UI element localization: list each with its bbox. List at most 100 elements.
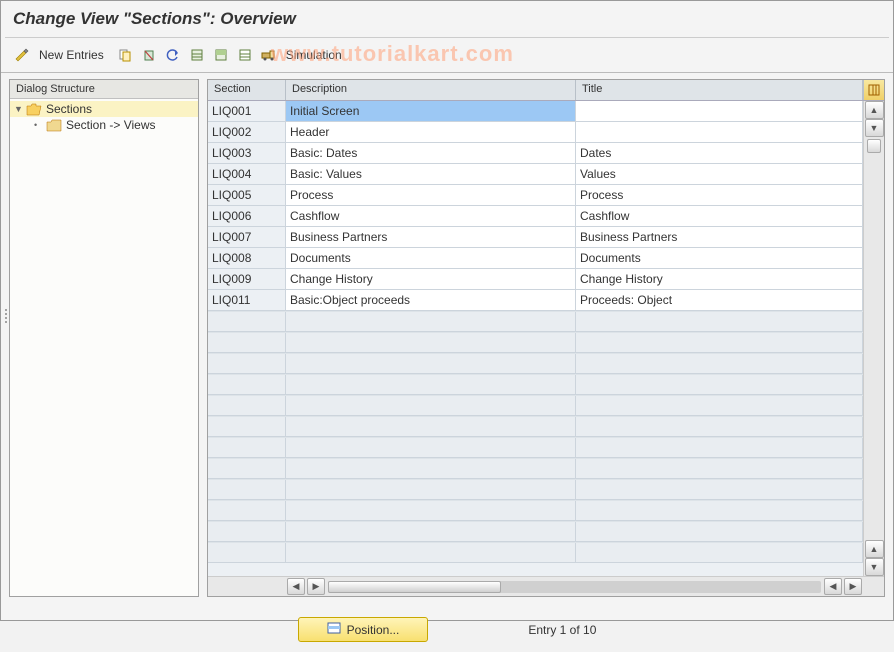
scroll-right-icon[interactable]: ▶ [844, 578, 862, 595]
cell-title [576, 354, 863, 374]
tree-node-section-views[interactable]: • Section -> Views [10, 117, 198, 133]
tree-label: Section -> Views [64, 118, 156, 132]
cell-title [576, 333, 863, 353]
deselect-all-icon[interactable] [234, 44, 256, 66]
dialog-structure-tree: Dialog Structure ▼ Sections • Section ->… [9, 79, 199, 597]
cell-description[interactable]: Initial Screen [286, 101, 576, 122]
cell-description[interactable]: Header [286, 122, 576, 143]
table-row[interactable]: LIQ007Business PartnersBusiness Partners [208, 227, 884, 248]
hscroll-thumb[interactable] [328, 581, 501, 593]
cell-description [286, 396, 576, 416]
cell-description[interactable]: Change History [286, 269, 576, 290]
cell-description[interactable]: Process [286, 185, 576, 206]
cell-section [208, 333, 286, 353]
scroll-left-icon[interactable]: ◀ [287, 578, 305, 595]
cell-title [576, 480, 863, 500]
table-row [208, 542, 884, 563]
cell-title[interactable]: Documents [576, 248, 863, 269]
cell-section [208, 375, 286, 395]
cell-description [286, 459, 576, 479]
cell-section [208, 417, 286, 437]
cell-title [576, 501, 863, 521]
table-row[interactable]: LIQ003Basic: DatesDates [208, 143, 884, 164]
toolbar: New Entries Simulation [1, 38, 893, 73]
cell-title[interactable] [576, 101, 863, 122]
scroll-down-icon[interactable]: ▼ [865, 558, 884, 576]
table-row [208, 458, 884, 479]
cell-description[interactable]: Basic:Object proceeds [286, 290, 576, 311]
delete-icon[interactable] [138, 44, 160, 66]
cell-title[interactable]: Change History [576, 269, 863, 290]
table-row [208, 374, 884, 395]
simulation-button[interactable]: Simulation [282, 46, 350, 64]
horizontal-scrollbar[interactable]: ◀ ▶ ◀ ▶ [208, 576, 884, 596]
scroll-right-icon[interactable]: ▶ [307, 578, 325, 595]
cell-section[interactable]: LIQ006 [208, 206, 286, 227]
table-row[interactable]: LIQ001Initial Screen [208, 101, 884, 122]
table-row[interactable]: LIQ004Basic: ValuesValues [208, 164, 884, 185]
table-row[interactable]: LIQ011Basic:Object proceedsProceeds: Obj… [208, 290, 884, 311]
cell-description [286, 417, 576, 437]
cell-section[interactable]: LIQ004 [208, 164, 286, 185]
cell-section[interactable]: LIQ003 [208, 143, 286, 164]
cell-section[interactable]: LIQ007 [208, 227, 286, 248]
col-header-description[interactable]: Description [286, 80, 576, 100]
cell-title [576, 417, 863, 437]
col-header-section[interactable]: Section [208, 80, 286, 100]
cell-description[interactable]: Cashflow [286, 206, 576, 227]
cell-section[interactable]: LIQ001 [208, 101, 286, 122]
table-row[interactable]: LIQ008DocumentsDocuments [208, 248, 884, 269]
scroll-nub[interactable] [867, 139, 881, 153]
cell-section[interactable]: LIQ008 [208, 248, 286, 269]
cell-title [576, 459, 863, 479]
vertical-scrollbar[interactable]: ▲ ▼ ▲ ▼ [863, 101, 884, 576]
cell-section[interactable]: LIQ011 [208, 290, 286, 311]
cell-title[interactable]: Values [576, 164, 863, 185]
table-row[interactable]: LIQ005ProcessProcess [208, 185, 884, 206]
select-all-icon[interactable] [186, 44, 208, 66]
cell-description[interactable]: Documents [286, 248, 576, 269]
cell-section [208, 501, 286, 521]
table-row [208, 521, 884, 542]
scroll-up-icon[interactable]: ▲ [865, 101, 884, 119]
cell-title [576, 543, 863, 563]
configure-columns-icon[interactable] [863, 80, 884, 100]
cell-section [208, 480, 286, 500]
select-block-icon[interactable] [210, 44, 232, 66]
table-row[interactable]: LIQ009Change HistoryChange History [208, 269, 884, 290]
cell-title[interactable]: Process [576, 185, 863, 206]
cell-description[interactable]: Basic: Values [286, 164, 576, 185]
tree-node-sections[interactable]: ▼ Sections [10, 101, 198, 117]
cell-title[interactable]: Cashflow [576, 206, 863, 227]
cell-description[interactable]: Basic: Dates [286, 143, 576, 164]
cell-section [208, 459, 286, 479]
entry-status: Entry 1 of 10 [528, 623, 596, 637]
undo-icon[interactable] [162, 44, 184, 66]
table-row[interactable]: LIQ002Header [208, 122, 884, 143]
cell-description [286, 501, 576, 521]
scroll-left-icon[interactable]: ◀ [824, 578, 842, 595]
cell-description[interactable]: Business Partners [286, 227, 576, 248]
toggle-display-change-icon[interactable] [11, 44, 33, 66]
folder-icon [46, 118, 62, 132]
cell-title[interactable] [576, 122, 863, 143]
table-row [208, 395, 884, 416]
scroll-down-icon[interactable]: ▼ [865, 119, 884, 137]
copy-icon[interactable] [114, 44, 136, 66]
cell-section[interactable]: LIQ005 [208, 185, 286, 206]
transport-icon[interactable] [258, 44, 280, 66]
expand-icon[interactable]: ▼ [14, 104, 24, 114]
sections-table: Section Description Title LIQ001Initial … [207, 79, 885, 597]
cell-section[interactable]: LIQ002 [208, 122, 286, 143]
cell-title[interactable]: Dates [576, 143, 863, 164]
folder-open-icon [26, 102, 42, 116]
cell-title[interactable]: Proceeds: Object [576, 290, 863, 311]
col-header-title[interactable]: Title [576, 80, 863, 100]
splitter-handle[interactable] [3, 301, 9, 331]
page-title: Change View "Sections": Overview [1, 1, 893, 37]
new-entries-button[interactable]: New Entries [35, 46, 112, 64]
table-row[interactable]: LIQ006CashflowCashflow [208, 206, 884, 227]
cell-section[interactable]: LIQ009 [208, 269, 286, 290]
scroll-up-icon[interactable]: ▲ [865, 540, 884, 558]
cell-title[interactable]: Business Partners [576, 227, 863, 248]
